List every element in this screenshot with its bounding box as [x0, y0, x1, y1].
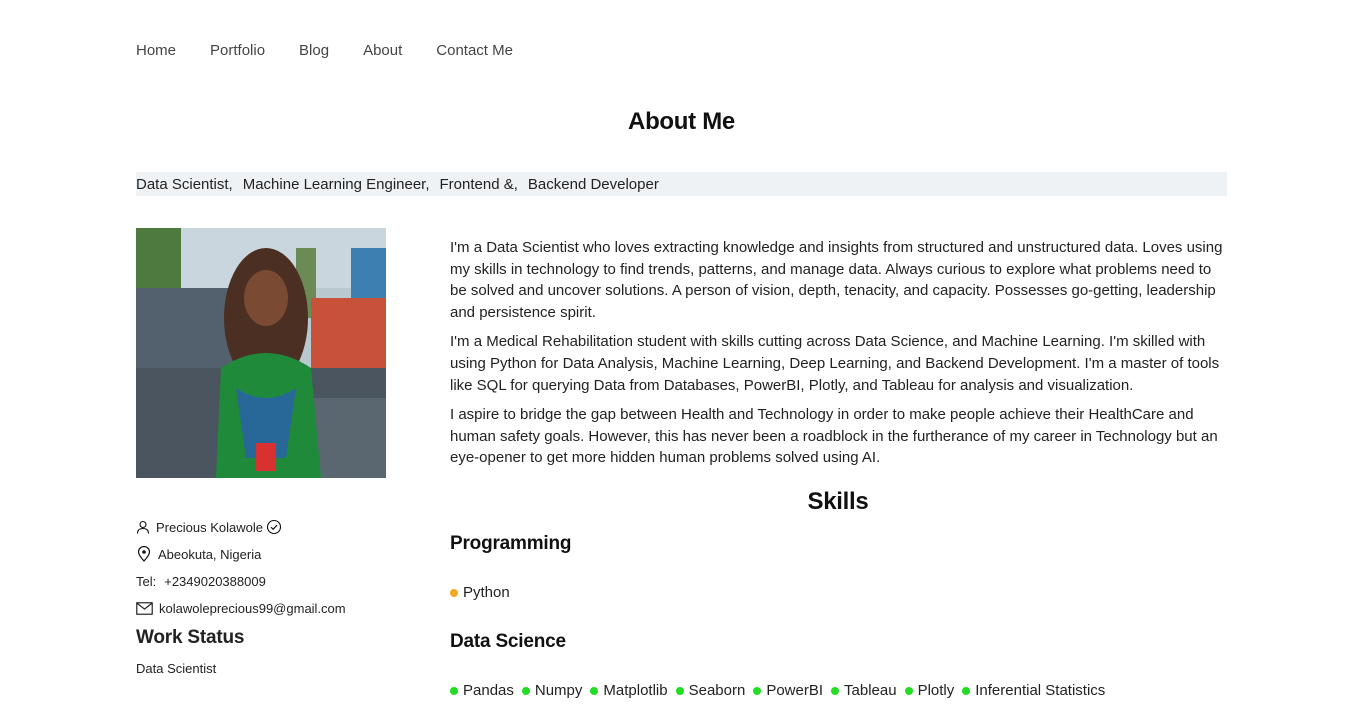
nav-about[interactable]: About [363, 41, 402, 61]
mail-icon [136, 601, 153, 615]
skill-label: Inferential Statistics [975, 682, 1106, 699]
skill-item: Plotly [904, 682, 955, 699]
skill-item: Pandas [450, 682, 514, 699]
skill-item: Python [450, 584, 510, 601]
skill-item: Numpy [521, 682, 583, 699]
bio-paragraph: I'm a Medical Rehabilitation student wit… [450, 333, 1220, 394]
skill-item: Seaborn [675, 682, 746, 699]
skills-title: Skills [807, 488, 869, 515]
role-item: Machine Learning Engineer, [242, 175, 430, 193]
nav-contact[interactable]: Contact Me [436, 41, 513, 61]
bullet-dot-icon [962, 686, 971, 695]
skill-item: PowerBI [753, 682, 823, 699]
skill-category-title: Data Science [450, 631, 566, 652]
nav-blog[interactable]: Blog [299, 41, 329, 61]
skill-list-programming: Python [450, 584, 518, 601]
bio-section: I'm a Data Scientist who loves extractin… [450, 237, 1226, 477]
bullet-dot-icon [450, 588, 458, 597]
role-item: Frontend &, [439, 175, 518, 193]
role-item: Backend Developer [527, 175, 659, 193]
person-icon [136, 520, 150, 534]
profile-email[interactable]: kolawoleprecious99@gmail.com [159, 601, 346, 616]
tel-label: Tel: [136, 573, 157, 589]
skill-label: Seaborn [688, 682, 746, 699]
bullet-dot-icon [753, 686, 762, 695]
skill-label: Matplotlib [603, 682, 668, 699]
nav-home[interactable]: Home [136, 41, 176, 61]
skill-label: PowerBI [766, 682, 824, 699]
skill-item: Inferential Statistics [962, 682, 1105, 699]
phone-row: Tel: +2349020388009 [136, 570, 416, 592]
bullet-dot-icon [904, 686, 913, 695]
bullet-dot-icon [450, 686, 458, 695]
name-row: Precious Kolawole [136, 516, 416, 538]
bullet-dot-icon [590, 686, 599, 695]
work-status-value: Data Scientist [136, 661, 217, 676]
role-item: Data Scientist, [136, 175, 233, 193]
profile-photo [136, 228, 386, 478]
location-row: Abeokuta, Nigeria [136, 543, 416, 565]
verified-icon [266, 519, 282, 535]
bio-paragraph: I aspire to bridge the gap between Healt… [450, 406, 1218, 467]
profile-location: Abeokuta, Nigeria [158, 546, 262, 562]
location-pin-icon [137, 546, 151, 562]
page-title: About Me [628, 108, 735, 135]
top-nav: Home Portfolio Blog About Contact Me [136, 41, 547, 61]
email-row: kolawoleprecious99@gmail.com [136, 597, 416, 619]
work-status-title: Work Status [136, 627, 245, 648]
skill-label: Python [463, 584, 510, 601]
bullet-dot-icon [831, 686, 840, 695]
contact-info: Precious Kolawole Abeokuta, Nigeria Tel:… [136, 516, 416, 677]
skill-label: Plotly [917, 682, 955, 699]
skill-label: Tableau [844, 682, 897, 699]
bullet-dot-icon [675, 686, 684, 695]
profile-phone[interactable]: +2349020388009 [164, 574, 266, 589]
skill-label: Pandas [463, 682, 514, 699]
roles-bar: Data Scientist, Machine Learning Enginee… [136, 172, 1227, 196]
skill-category-title: Programming [450, 533, 572, 554]
skill-item: Matplotlib [590, 682, 668, 699]
skill-label: Numpy [534, 682, 583, 699]
profile-name: Precious Kolawole [156, 519, 263, 535]
skill-item: Tableau [831, 682, 897, 699]
skill-list-data-science: Pandas Numpy Matplotlib Seaborn PowerBI … [450, 682, 1113, 699]
bullet-dot-icon [521, 686, 530, 695]
nav-portfolio[interactable]: Portfolio [210, 41, 265, 61]
bio-paragraph: I'm a Data Scientist who loves extractin… [450, 239, 1223, 321]
